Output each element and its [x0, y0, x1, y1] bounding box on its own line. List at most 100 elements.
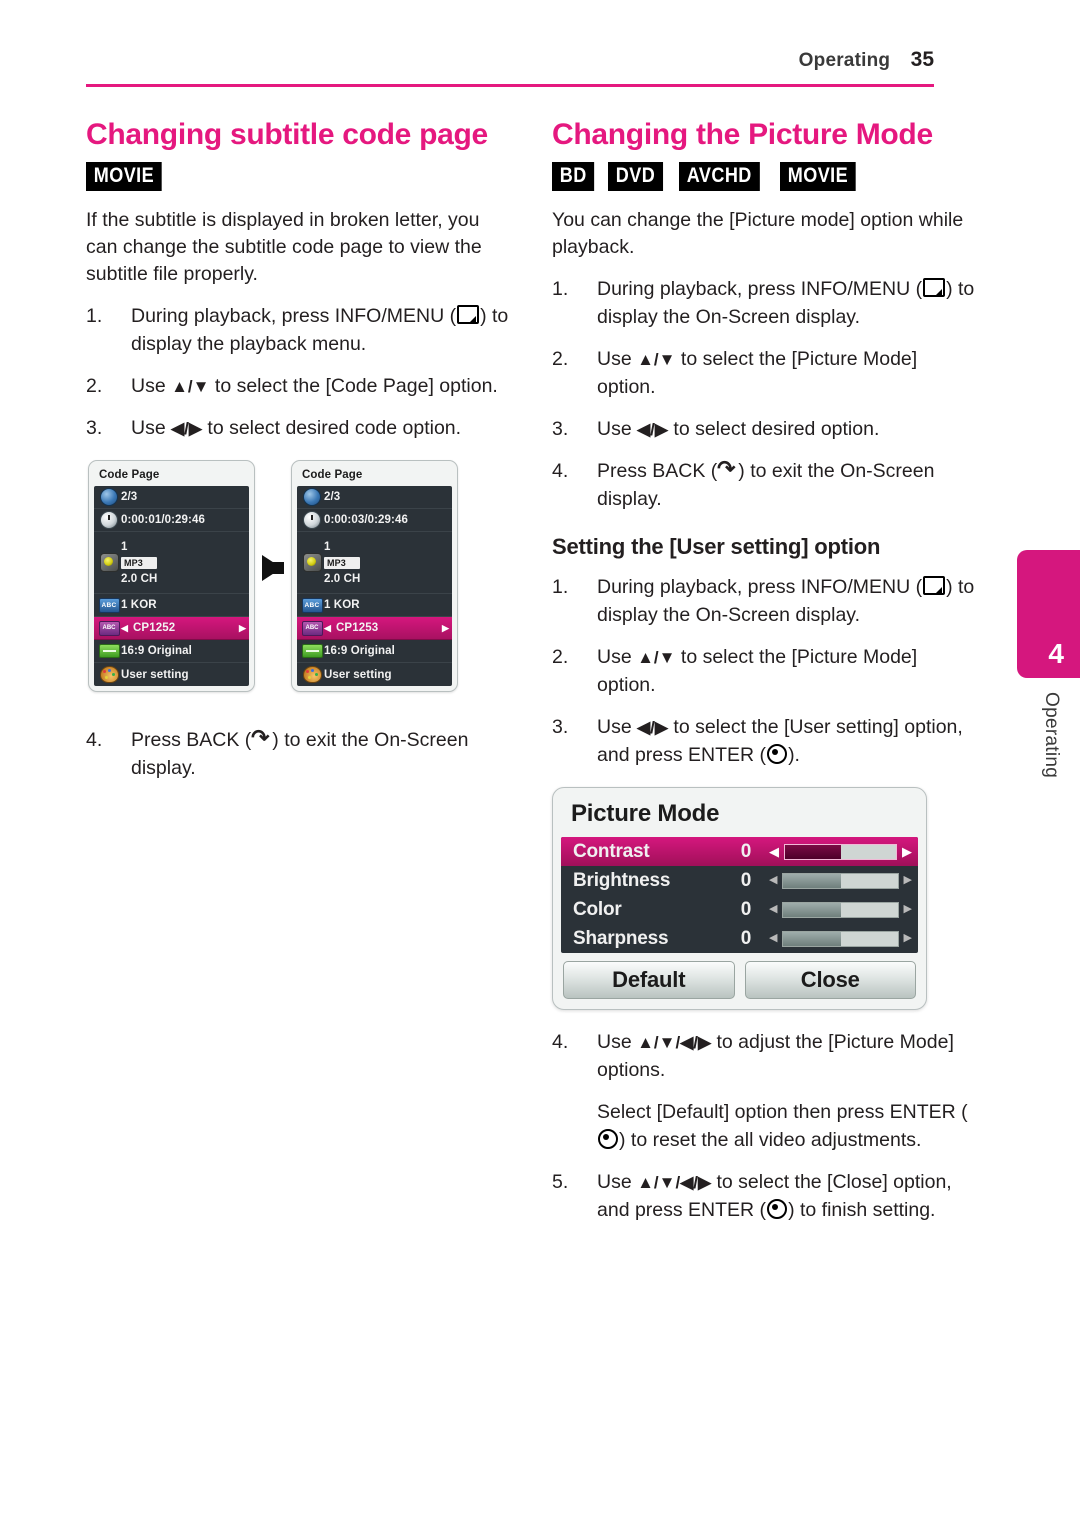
user-setting-step-1-pre: During playback, press INFO/MENU ( — [597, 576, 923, 598]
close-button[interactable]: Close — [744, 961, 916, 999]
sharpness-right-arrow-icon[interactable]: ▶ — [904, 933, 912, 944]
osd-before-left-arrow-icon[interactable]: ◀ — [121, 623, 128, 634]
contrast-left-arrow-icon[interactable]: ◀ — [769, 845, 779, 858]
user-setting-step-2-number: 2. — [552, 646, 569, 668]
chapter-label: Operating — [1041, 692, 1062, 779]
picture-mode-row-list: Contrast 0 ◀ ▶ Brightness 0 ◀ ▶ Color 0 … — [561, 837, 918, 953]
osd-row-time-value: 0:00:01/0:29:46 — [121, 514, 205, 526]
user-setting-step-1-number: 1. — [552, 576, 569, 598]
user-setting-step-4-pre: Use — [597, 1031, 638, 1053]
user-setting-step-3: 3. Use ◀/▶ to select the [User setting] … — [552, 713, 977, 769]
osd-after-row-code-page-value: CP1253 — [336, 622, 379, 634]
picture-mode-row-contrast[interactable]: Contrast 0 ◀ ▶ — [561, 837, 918, 866]
contrast-right-arrow-icon[interactable]: ▶ — [902, 845, 912, 858]
right-step-4: 4. Press BACK () to exit the On-Screen d… — [552, 457, 977, 513]
user-setting-step-3-number: 3. — [552, 716, 569, 738]
right-step-3-post: to select desired option. — [667, 418, 880, 440]
aspect-ratio-icon — [97, 644, 121, 658]
page-header: Operating 35 — [86, 48, 934, 72]
left-intro-paragraph: If the subtitle is displayed in broken l… — [86, 209, 482, 285]
sharpness-slider-fill — [783, 931, 841, 946]
chapter-tab: 4 — [1017, 550, 1080, 678]
right-step-1: 1. During playback, press INFO/MENU () t… — [552, 275, 977, 331]
right-step-3-number: 3. — [552, 418, 569, 440]
info-menu-icon — [923, 278, 946, 297]
color-left-arrow-icon[interactable]: ◀ — [769, 904, 777, 915]
osd-row-picture-mode-value: User setting — [121, 668, 189, 681]
left-step-3-number: 3. — [86, 417, 103, 439]
left-step-2-pre: Use — [131, 375, 172, 397]
brightness-slider[interactable] — [782, 872, 899, 889]
user-setting-step-list: 1. During playback, press INFO/MENU () t… — [552, 573, 977, 769]
left-step-1-pre: During playback, press INFO/MENU ( — [131, 305, 457, 327]
color-right-arrow-icon[interactable]: ▶ — [904, 904, 912, 915]
osd-row-code-page[interactable]: ABC ◀ CP1252 ▶ — [94, 617, 249, 640]
picture-mode-row-color[interactable]: Color 0 ◀ ▶ — [561, 895, 918, 924]
color-label: Color — [573, 898, 622, 920]
brightness-right-arrow-icon[interactable]: ▶ — [904, 875, 912, 886]
right-step-list: 1. During playback, press INFO/MENU () t… — [552, 275, 977, 513]
sharpness-slider[interactable] — [782, 930, 899, 947]
four-way-arrow-icon: ▲/▼/◀/▶ — [637, 1173, 712, 1192]
media-badge-movie: MOVIE — [779, 162, 856, 191]
osd-before-list: 2/3 0:00:01/0:29:46 1 MP3 2.0 CH ABC 1 K… — [94, 486, 249, 686]
osd-before-right-arrow-icon[interactable]: ▶ — [239, 623, 246, 634]
header-divider — [86, 84, 934, 87]
left-step-4-pre: Press BACK ( — [131, 729, 252, 751]
contrast-label: Contrast — [573, 840, 650, 862]
aspect-ratio-icon — [300, 644, 324, 658]
osd-row-aspect-ratio-value: 16:9 Original — [121, 645, 192, 657]
picture-mode-buttons: Default Close — [561, 953, 918, 1001]
right-step-3-pre: Use — [597, 418, 638, 440]
right-step-2-number: 2. — [552, 348, 569, 370]
osd-row-audio-channels: 2.0 CH — [121, 572, 158, 585]
media-badge-avchd: AVCHD — [679, 162, 760, 191]
default-reset-note: Select [Default] option then press ENTER… — [552, 1098, 977, 1154]
sharpness-left-arrow-icon[interactable]: ◀ — [769, 933, 777, 944]
title-chapter-icon — [97, 488, 121, 506]
brightness-label: Brightness — [573, 869, 671, 891]
osd-after-row-subtitle-value: 1 KOR — [324, 599, 360, 611]
brightness-value: 0 — [740, 869, 752, 891]
left-step-2-number: 2. — [86, 375, 103, 397]
contrast-value: 0 — [740, 840, 752, 862]
left-media-badges: MOVIE — [86, 162, 511, 191]
media-badge-bd: BD — [552, 162, 595, 191]
color-slider[interactable] — [782, 901, 899, 918]
brightness-left-arrow-icon[interactable]: ◀ — [769, 875, 777, 886]
osd-row-audio: 1 MP3 2.0 CH — [297, 532, 452, 594]
header-section-label: Operating — [798, 50, 891, 71]
left-right-arrow-icon: ◀/▶ — [637, 718, 668, 737]
enter-icon — [598, 1129, 618, 1149]
right-column: Changing the Picture Mode BD DVD AVCHD M… — [552, 118, 977, 1238]
user-setting-step-5-tail: ) to finish setting. — [788, 1199, 936, 1221]
osd-after-title: Code Page — [302, 469, 363, 481]
osd-row-title-chapter: 2/3 — [297, 486, 452, 509]
contrast-slider-fill — [785, 844, 841, 859]
left-right-arrow-icon: ◀/▶ — [637, 420, 668, 439]
brightness-slider-fill — [783, 873, 841, 888]
transition-arrow-icon — [262, 555, 284, 581]
up-down-arrow-icon: ▲/▼ — [637, 648, 676, 667]
user-setting-step-list-after: 4. Use ▲/▼/◀/▶ to adjust the [Picture Mo… — [552, 1028, 977, 1084]
osd-row-code-page-value: CP1252 — [133, 622, 176, 634]
page-number: 35 — [910, 48, 934, 71]
left-section-title: Changing subtitle code page — [86, 118, 488, 151]
left-step-3-post: to select desired code option. — [201, 417, 462, 439]
color-value: 0 — [740, 898, 752, 920]
contrast-slider[interactable] — [784, 843, 897, 860]
left-step-3: 3. Use ◀/▶ to select desired code option… — [86, 414, 511, 442]
osd-after-list: 2/3 0:00:03/0:29:46 1 MP3 2.0 CH ABC 1 K… — [297, 486, 452, 686]
sharpness-label: Sharpness — [573, 927, 669, 949]
enter-icon — [767, 744, 788, 764]
left-step-4-number: 4. — [86, 729, 103, 751]
osd-row-code-page[interactable]: ABC ◀ CP1253 ▶ — [297, 617, 452, 640]
osd-code-page-after: Code Page 2/3 0:00:03/0:29:46 1 MP3 2.0 … — [291, 460, 458, 692]
picture-mode-row-sharpness[interactable]: Sharpness 0 ◀ ▶ — [561, 924, 918, 953]
osd-after-left-arrow-icon[interactable]: ◀ — [324, 623, 331, 634]
osd-after-row-audio-codec: MP3 — [324, 556, 361, 569]
osd-after-right-arrow-icon[interactable]: ▶ — [442, 623, 449, 634]
default-button[interactable]: Default — [563, 961, 735, 999]
right-step-4-pre: Press BACK ( — [597, 460, 718, 482]
picture-mode-row-brightness[interactable]: Brightness 0 ◀ ▶ — [561, 866, 918, 895]
